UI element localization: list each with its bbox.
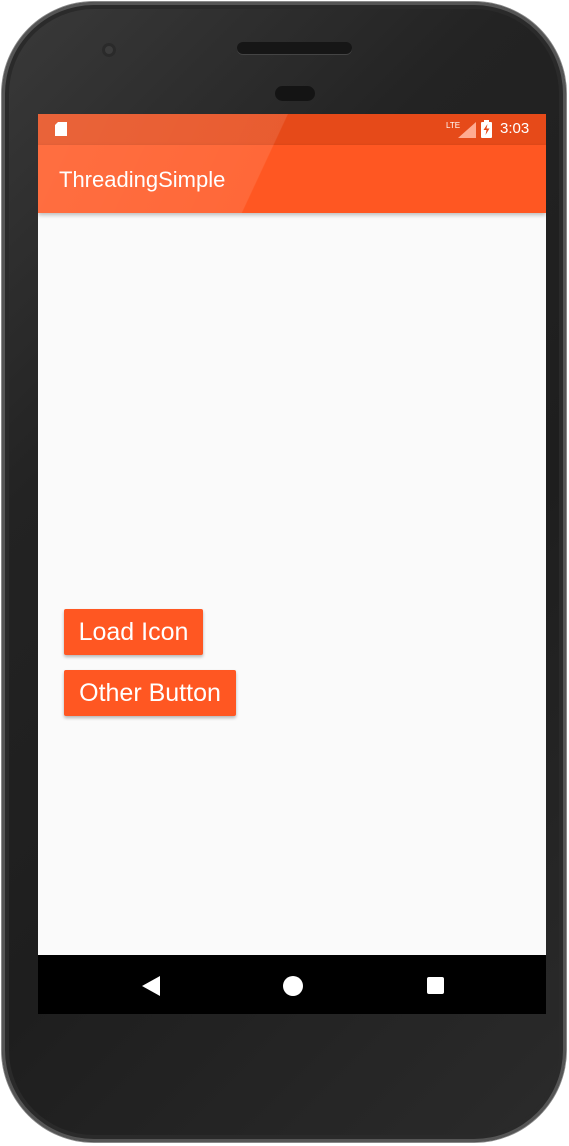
status-clock: 3:03 xyxy=(500,120,530,137)
front-camera xyxy=(102,43,116,57)
device-screen: LTE 3:03 ThreadingSimple Load Icon Other… xyxy=(38,114,546,1014)
other-button[interactable]: Other Button xyxy=(64,670,236,716)
battery-charging-icon xyxy=(481,120,492,138)
lte-label: LTE xyxy=(446,121,460,130)
recents-icon[interactable] xyxy=(427,977,444,994)
app-title: ThreadingSimple xyxy=(59,167,226,192)
proximity-sensor xyxy=(275,86,315,101)
back-icon[interactable] xyxy=(142,976,160,996)
home-icon[interactable] xyxy=(283,976,303,996)
load-icon-button[interactable]: Load Icon xyxy=(64,609,203,655)
earpiece-speaker xyxy=(237,42,352,54)
navigation-bar xyxy=(38,955,546,1014)
app-bar: ThreadingSimple xyxy=(38,145,546,213)
sd-card-icon xyxy=(55,122,67,136)
status-bar: LTE 3:03 xyxy=(38,114,546,145)
lte-signal-icon: LTE xyxy=(446,121,476,138)
